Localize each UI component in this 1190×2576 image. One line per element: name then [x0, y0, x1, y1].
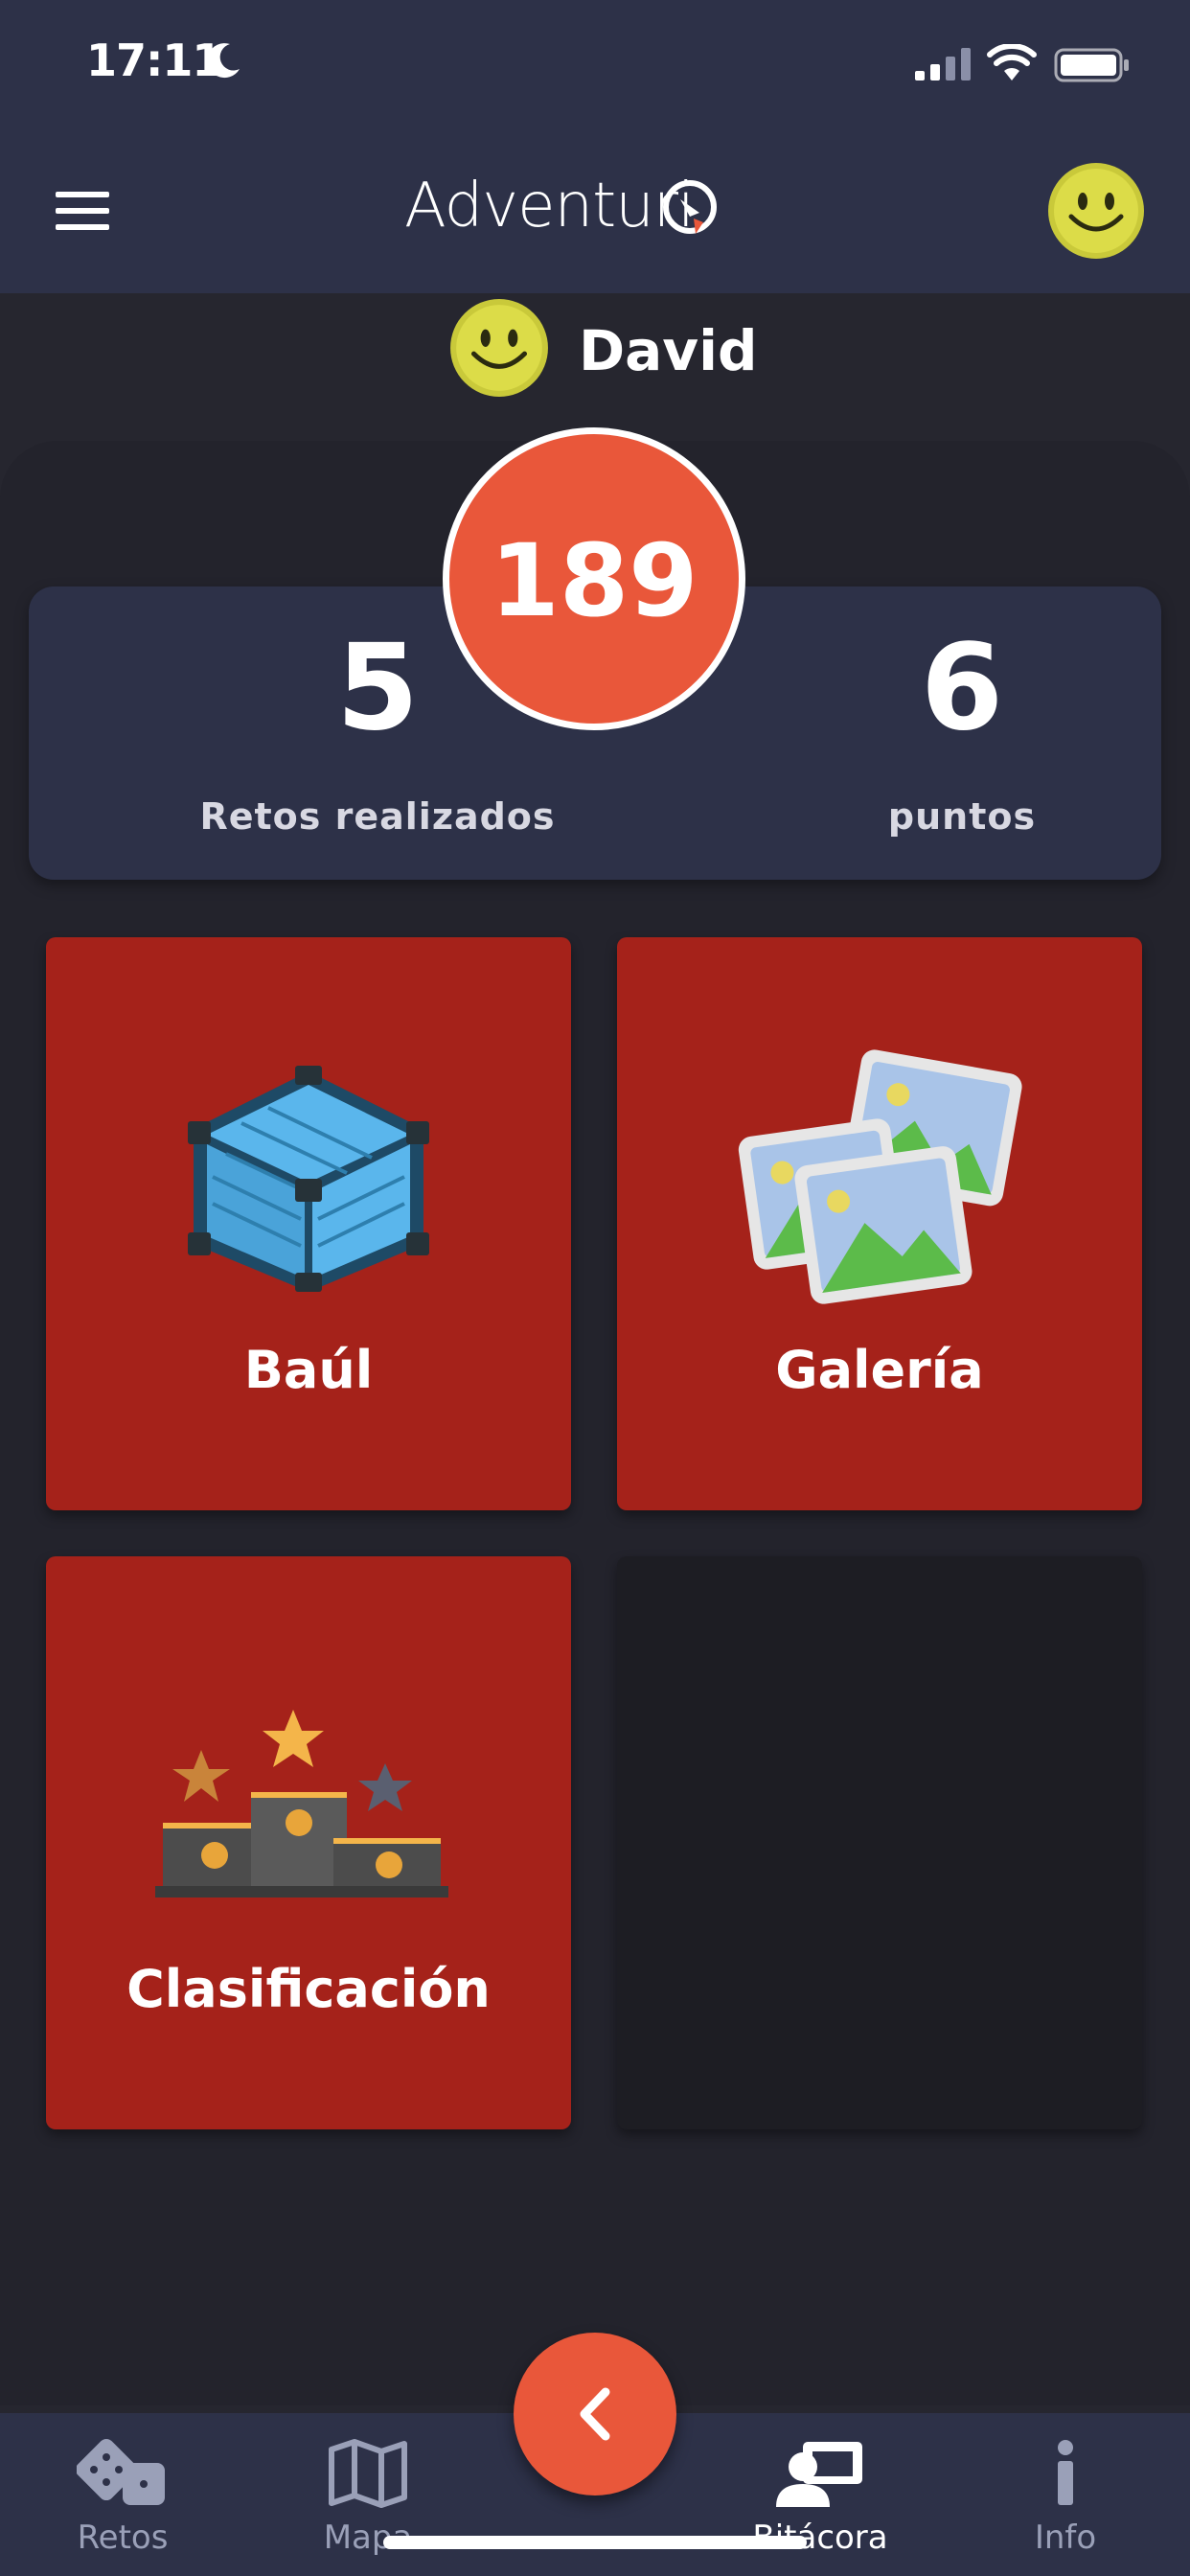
app-logo-text: Adventuri — [404, 171, 695, 242]
battery-icon — [1054, 48, 1129, 82]
status-bar: 17:11 — [0, 0, 1190, 134]
tab-label: Info — [1034, 2518, 1097, 2557]
user-header: David — [0, 293, 1190, 408]
challenges-label: Retos realizados — [199, 795, 556, 838]
podium-icon — [155, 1710, 448, 1898]
back-button[interactable] — [514, 2333, 676, 2496]
ranking-tile[interactable]: Clasificación — [46, 1556, 571, 2129]
wifi-icon — [987, 44, 1037, 80]
user-screen-icon — [776, 2442, 862, 2507]
top-app-bar: Adventuri — [0, 134, 1190, 293]
gallery-tile[interactable]: Galería — [617, 937, 1142, 1510]
chevron-left-icon — [580, 2387, 610, 2441]
score-badge: 189 — [443, 427, 745, 730]
moon-icon — [207, 43, 240, 79]
user-avatar — [450, 299, 548, 397]
user-name: David — [579, 318, 758, 383]
hamburger-icon-line — [56, 224, 109, 230]
empty-tile — [617, 1556, 1142, 2129]
signal-icon — [915, 48, 971, 80]
info-icon — [1058, 2440, 1073, 2505]
map-icon — [329, 2439, 407, 2508]
chest-icon — [188, 1066, 429, 1292]
score-value: 189 — [490, 522, 698, 639]
points-count: 6 — [920, 619, 1004, 757]
gallery-icon — [738, 1049, 1022, 1304]
tab-info[interactable]: Info — [970, 2438, 1161, 2563]
compass-logo-icon — [663, 180, 717, 234]
ranking-tile-label: Clasificación — [126, 1959, 491, 2019]
hamburger-icon-line — [56, 208, 109, 214]
points-label: puntos — [887, 795, 1037, 838]
chest-tile[interactable]: Baúl — [46, 937, 571, 1510]
dice-icon — [77, 2438, 165, 2505]
profile-avatar-button[interactable] — [1046, 161, 1146, 261]
menu-button[interactable] — [56, 192, 109, 236]
chest-tile-label: Baúl — [243, 1340, 374, 1400]
tab-label: Retos — [77, 2518, 169, 2557]
tab-retos[interactable]: Retos — [27, 2438, 218, 2563]
hamburger-icon-line — [56, 192, 109, 197]
home-indicator — [383, 2536, 807, 2549]
gallery-tile-label: Galería — [775, 1340, 984, 1400]
